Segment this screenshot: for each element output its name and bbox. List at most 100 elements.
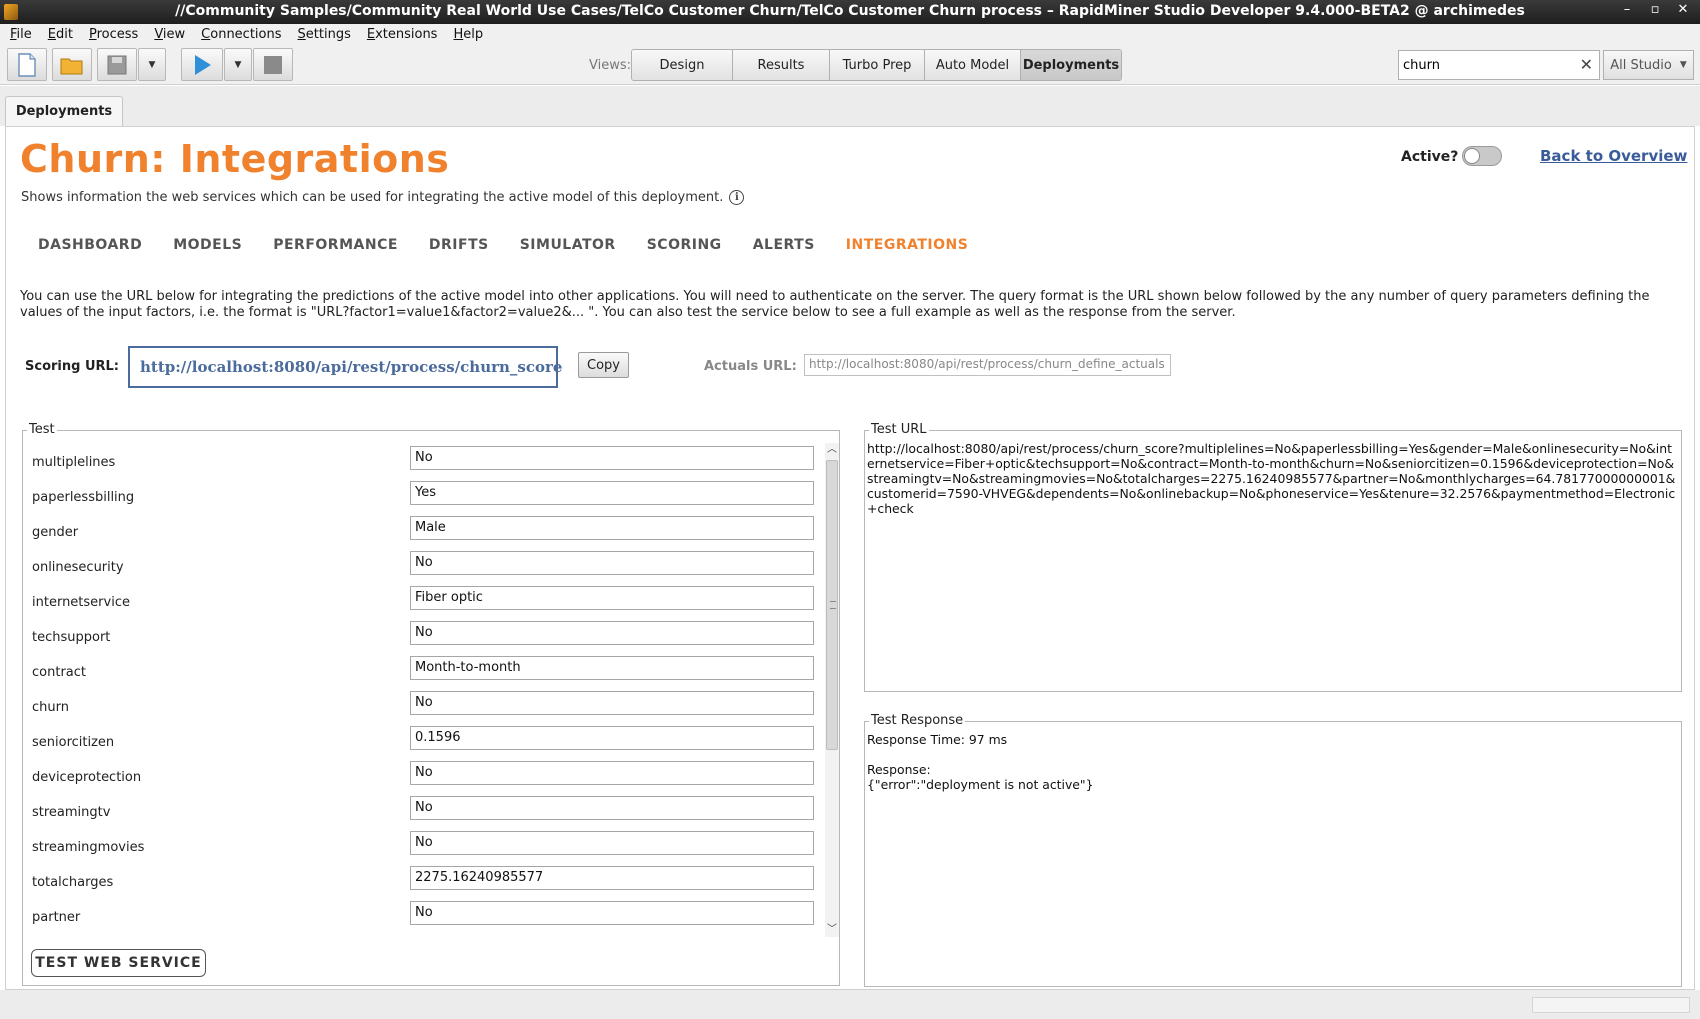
field-input[interactable]: Month-to-month [410, 656, 814, 680]
field-label: contract [32, 665, 86, 680]
menu-help[interactable]: Help [453, 27, 483, 42]
field-input[interactable]: No [410, 831, 814, 855]
stop-icon [264, 55, 282, 74]
run-process-button[interactable] [181, 48, 223, 81]
tab-integrations[interactable]: INTEGRATIONS [846, 237, 969, 253]
global-search: ✕ [1398, 50, 1600, 80]
field-label: multiplelines [32, 455, 116, 470]
list-item: gender Male [31, 515, 821, 550]
view-design-button[interactable]: Design [632, 50, 733, 80]
tab-performance[interactable]: PERFORMANCE [273, 237, 398, 253]
list-item: streamingtv No [31, 795, 821, 830]
info-icon[interactable]: i [729, 190, 745, 205]
field-input[interactable]: No [410, 761, 814, 785]
save-dropdown-button[interactable]: ▼ [138, 48, 166, 81]
field-input[interactable]: No [410, 551, 814, 575]
list-item: partner No [31, 900, 821, 935]
search-input[interactable] [1399, 51, 1569, 79]
open-process-button[interactable] [52, 48, 92, 81]
field-input[interactable]: No [410, 796, 814, 820]
new-file-icon [18, 52, 36, 77]
grip-icon [830, 601, 836, 609]
test-legend: Test [27, 422, 57, 437]
close-icon[interactable]: ✕ [1676, 2, 1690, 17]
field-input[interactable]: No [410, 691, 814, 715]
menu-edit[interactable]: Edit [48, 27, 73, 42]
test-group: Test multiplelines No paperlessbilling Yes… [22, 422, 840, 986]
tab-drifts[interactable]: DRIFTS [429, 237, 489, 253]
test-url-text[interactable]: http://localhost:8080/api/rest/process/c… [867, 441, 1679, 516]
search-scope-dropdown[interactable]: All Studio ▼ [1603, 50, 1694, 80]
menu-view[interactable]: View [154, 27, 185, 42]
view-auto-model-button[interactable]: Auto Model [925, 50, 1021, 80]
field-label: totalcharges [32, 875, 114, 890]
search-scope-label: All Studio [1610, 57, 1672, 73]
view-results-button[interactable]: Results [733, 50, 830, 80]
save-disk-icon [107, 55, 127, 74]
tab-alerts[interactable]: ALERTS [753, 237, 815, 253]
scroll-down-icon[interactable]: ﹀ [825, 923, 839, 937]
active-toggle[interactable] [1462, 146, 1502, 166]
field-label: seniorcitizen [32, 735, 115, 750]
field-input[interactable]: 2275.16240985577 [410, 866, 814, 890]
field-label: churn [32, 700, 69, 715]
scroll-up-icon[interactable]: ︿ [825, 443, 839, 457]
scrollbar-thumb[interactable] [826, 460, 838, 750]
toggle-knob [1464, 148, 1480, 164]
field-input[interactable]: Male [410, 516, 814, 540]
page-subtitle: Shows information the web services which… [21, 190, 745, 205]
scoring-url-label: Scoring URL: [25, 359, 120, 374]
list-item: churn No [31, 690, 821, 725]
test-web-service-button[interactable]: TEST WEB SERVICE [31, 949, 206, 977]
field-input[interactable]: 0.1596 [410, 726, 814, 750]
menu-file[interactable]: File [10, 27, 32, 42]
menu-process[interactable]: Process [89, 27, 138, 42]
save-button[interactable] [97, 48, 137, 81]
field-input[interactable]: No [410, 901, 814, 925]
tab-scoring[interactable]: SCORING [647, 237, 722, 253]
view-deployments-button[interactable]: Deployments [1021, 50, 1121, 80]
field-label: streamingtv [32, 805, 111, 820]
test-list-scrollbar[interactable]: ︿ ﹀ [825, 443, 839, 937]
maximize-icon[interactable]: ▫ [1648, 2, 1662, 17]
field-input[interactable]: No [410, 446, 814, 470]
tab-simulator[interactable]: SIMULATOR [520, 237, 616, 253]
list-item: internetservice Fiber optic [31, 585, 821, 620]
field-input[interactable]: Fiber optic [410, 586, 814, 610]
test-url-group: Test URL http://localhost:8080/api/rest/… [864, 422, 1682, 692]
integration-description: You can use the URL below for integratin… [20, 289, 1650, 320]
field-input[interactable]: Yes [410, 481, 814, 505]
scoring-url-text[interactable]: http://localhost:8080/api/rest/process/c… [140, 358, 562, 376]
tab-deployments[interactable]: Deployments [5, 96, 123, 126]
menu-connections[interactable]: Connections [201, 27, 281, 42]
clear-search-icon[interactable]: ✕ [1580, 55, 1593, 74]
test-response-text[interactable]: Response Time: 97 ms Response: {"error":… [867, 732, 1679, 792]
run-dropdown-button[interactable]: ▼ [224, 48, 252, 81]
tab-dashboard[interactable]: DASHBOARD [38, 237, 142, 253]
test-url-legend: Test URL [869, 422, 929, 437]
minimize-icon[interactable]: – [1620, 2, 1634, 17]
back-to-overview-link[interactable]: Back to Overview [1540, 147, 1687, 165]
field-label: streamingmovies [32, 840, 145, 855]
new-process-button[interactable] [7, 48, 47, 81]
tab-models[interactable]: MODELS [173, 237, 242, 253]
list-item: techsupport No [31, 620, 821, 655]
scoring-url-box[interactable]: http://localhost:8080/api/rest/process/c… [128, 346, 562, 388]
actuals-url-field[interactable]: http://localhost:8080/api/rest/process/c… [804, 354, 1171, 376]
menu-extensions[interactable]: Extensions [367, 27, 438, 42]
status-field [1532, 997, 1690, 1013]
test-response-legend: Test Response [869, 713, 966, 728]
menu-settings[interactable]: Settings [298, 27, 351, 42]
copy-button[interactable]: Copy [578, 352, 629, 378]
views-switcher: Design Results Turbo Prep Auto Model Dep… [631, 49, 1122, 81]
field-label: onlinesecurity [32, 560, 124, 575]
list-item: multiplelines No [31, 445, 821, 480]
field-input[interactable]: No [410, 621, 814, 645]
view-turbo-prep-button[interactable]: Turbo Prep [830, 50, 925, 80]
field-label: techsupport [32, 630, 111, 645]
chevron-down-icon: ▼ [234, 59, 242, 70]
folder-icon [60, 58, 83, 74]
page-title: Churn: Integrations [20, 137, 450, 181]
stop-process-button[interactable] [253, 48, 293, 81]
window-titlebar: //Community Samples/Community Real World… [0, 0, 1700, 24]
